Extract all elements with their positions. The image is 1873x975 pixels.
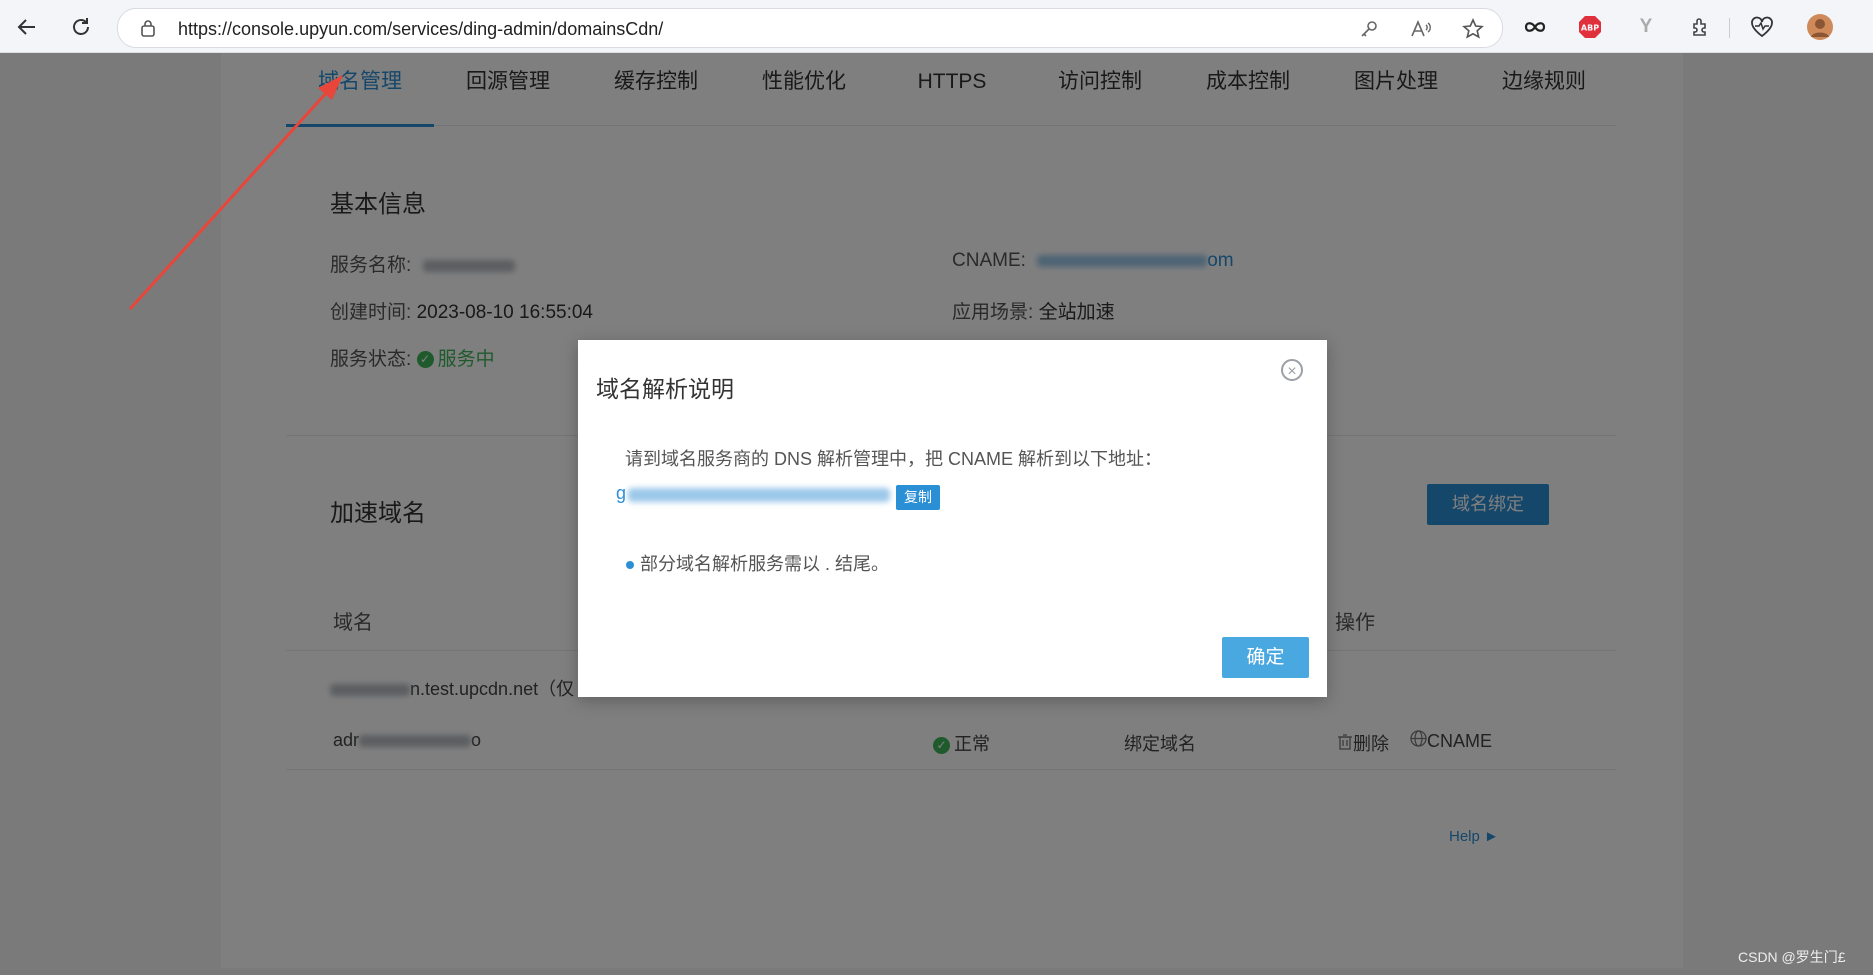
dialog-note: 部分域名解析服务需以 . 结尾。 [626, 550, 889, 576]
bullet-dot [626, 561, 634, 570]
watermark: CSDN @罗生门£ [1738, 949, 1846, 965]
close-icon[interactable]: × [1281, 359, 1303, 381]
extensions-icon[interactable] [1687, 13, 1715, 41]
lock-icon[interactable] [140, 19, 156, 42]
dialog-note-text: 部分域名解析服务需以 . 结尾。 [640, 554, 890, 574]
read-aloud-icon[interactable] [1410, 18, 1432, 40]
dialog-cname-redacted [628, 487, 891, 502]
y-extension-label: Y [1639, 16, 1653, 37]
toolbar-divider [1729, 18, 1730, 38]
y-extension-icon[interactable]: Y [1632, 13, 1660, 41]
url-text[interactable]: https://console.upyun.com/services/ding-… [178, 19, 663, 40]
dialog-cname-value[interactable]: g [616, 483, 891, 504]
back-icon[interactable] [10, 10, 44, 44]
abp-label: ABP [1581, 24, 1599, 33]
refresh-icon[interactable] [64, 10, 98, 44]
confirm-button[interactable]: 确定 [1222, 637, 1309, 678]
infinity-icon[interactable] [1521, 13, 1549, 41]
address-bar[interactable]: https://console.upyun.com/services/ding-… [117, 8, 1503, 48]
key-icon[interactable] [1358, 18, 1380, 40]
favorite-star-icon[interactable] [1462, 18, 1484, 40]
copy-button[interactable]: 复制 [896, 485, 940, 510]
dns-resolution-dialog: 域名解析说明 × 请到域名服务商的 DNS 解析管理中，把 CNAME 解析到以… [578, 340, 1327, 697]
dialog-instruction: 请到域名服务商的 DNS 解析管理中，把 CNAME 解析到以下地址： [625, 449, 1163, 469]
profile-avatar[interactable] [1806, 13, 1834, 41]
dialog-cname-prefix: g [616, 483, 627, 503]
abp-icon[interactable]: ABP [1576, 13, 1604, 41]
heart-pulse-icon[interactable] [1748, 13, 1776, 41]
dialog-title: 域名解析说明 [596, 376, 734, 402]
browser-toolbar: https://console.upyun.com/services/ding-… [0, 0, 1873, 53]
